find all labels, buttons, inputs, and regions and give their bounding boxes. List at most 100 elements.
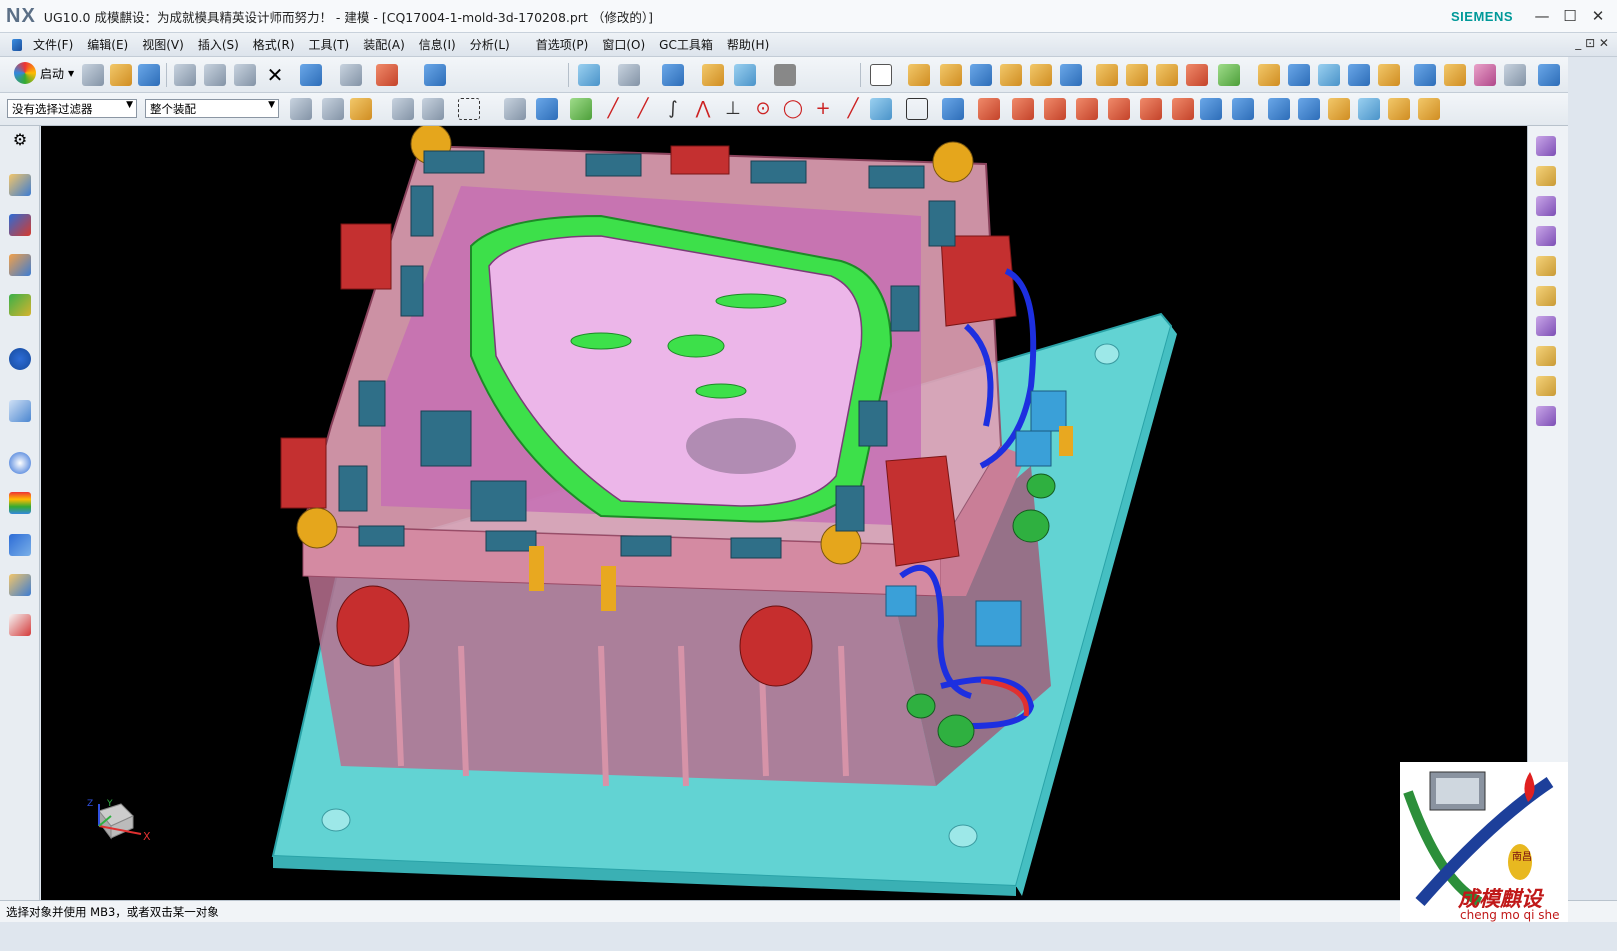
wcs-icon[interactable] (376, 64, 398, 86)
settings-gear-icon[interactable]: ⚙ (9, 130, 31, 152)
show-icon[interactable] (1298, 98, 1320, 120)
manufacturing-wizard-icon[interactable] (9, 574, 31, 596)
measure-distance-icon[interactable] (1358, 98, 1380, 120)
hd3d-tools-icon[interactable] (9, 348, 31, 370)
roles-icon[interactable] (9, 614, 31, 636)
hole-icon[interactable] (1000, 64, 1022, 86)
minimize-button[interactable]: — (1531, 6, 1553, 26)
save-wcs-icon[interactable] (1200, 98, 1222, 120)
menu-insert[interactable]: 插入(S) (191, 36, 246, 53)
table-icon[interactable] (942, 98, 964, 120)
paste-icon[interactable] (234, 64, 256, 86)
show-only-icon[interactable] (1328, 98, 1350, 120)
redo-icon[interactable] (340, 64, 362, 86)
feature-selection-icon[interactable] (422, 98, 444, 120)
split-body-icon[interactable] (1288, 64, 1310, 86)
point-on-curve-icon[interactable]: ╱ (842, 98, 864, 120)
process-studio-icon[interactable] (9, 534, 31, 556)
menu-preferences[interactable]: 首选项(P) (529, 36, 596, 53)
new-file-icon[interactable] (82, 64, 104, 86)
show-degrees-of-freedom-icon[interactable] (1536, 286, 1556, 306)
curve-icon[interactable]: ∫ (662, 98, 684, 120)
pad-icon[interactable] (1096, 64, 1118, 86)
menu-help[interactable]: 帮助(H) (720, 36, 776, 53)
component-icon[interactable] (536, 98, 558, 120)
menu-view[interactable]: 视图(V) (135, 36, 191, 53)
snap-point-icon[interactable] (570, 98, 592, 120)
quadrant-icon[interactable]: ◯ (782, 98, 804, 120)
trim-body-icon[interactable] (1258, 64, 1280, 86)
start-button[interactable]: 启动 ▼ (14, 62, 74, 84)
close-button[interactable]: ✕ (1587, 6, 1609, 26)
check-clearance-icon[interactable] (1536, 406, 1556, 426)
copy-icon[interactable] (204, 64, 226, 86)
wcs-dynamics-icon[interactable] (1044, 98, 1066, 120)
background-icon[interactable] (774, 64, 796, 86)
filter-settings-icon[interactable] (290, 98, 312, 120)
pattern-icon[interactable] (1126, 64, 1148, 86)
menu-window[interactable]: 窗口(O) (595, 36, 652, 53)
menu-file[interactable]: 文件(F) (26, 36, 80, 53)
solid-body-icon[interactable] (504, 98, 526, 120)
layer-icon[interactable] (702, 64, 724, 86)
endpoint-icon[interactable]: ╱ (602, 98, 624, 120)
csys-icon[interactable] (978, 98, 1000, 120)
mirror-assembly-icon[interactable] (1536, 196, 1556, 216)
midpoint-icon[interactable]: ╱ (632, 98, 654, 120)
menu-assembly[interactable]: 装配(A) (356, 36, 412, 53)
wcs-display-icon[interactable] (1172, 98, 1194, 120)
menu-format[interactable]: 格式(R) (246, 36, 302, 53)
menu-gc-toolbox[interactable]: GC工具箱 (652, 36, 720, 53)
menu-information[interactable]: 信息(I) (412, 36, 463, 53)
shell-icon[interactable] (1444, 64, 1466, 86)
view-section-icon[interactable] (734, 64, 756, 86)
snap-settings-icon[interactable] (392, 98, 414, 120)
menu-analysis[interactable]: 分析(L) (463, 36, 517, 53)
subtract-icon[interactable] (1218, 64, 1240, 86)
arc-center-icon[interactable]: ⊙ (752, 98, 774, 120)
control-point-icon[interactable]: ⋀ (692, 98, 714, 120)
intersection-icon[interactable]: ⊥ (722, 98, 744, 120)
exploded-view-icon[interactable] (1536, 316, 1556, 336)
open-folder-icon[interactable] (110, 64, 132, 86)
unite-icon[interactable] (1186, 64, 1208, 86)
delete-icon[interactable]: ✕ (264, 64, 286, 86)
cut-icon[interactable] (174, 64, 196, 86)
maximize-button[interactable]: ☐ (1559, 6, 1581, 26)
assembly-sequence-icon[interactable] (1536, 376, 1556, 396)
orient-view-icon[interactable] (662, 64, 684, 86)
wcs-rotate-icon[interactable] (1076, 98, 1098, 120)
extrude-icon[interactable] (908, 64, 930, 86)
selection-scope-select[interactable]: 整个装配 ▼ (145, 99, 279, 118)
system-materials-icon[interactable] (9, 492, 31, 514)
new-component-icon[interactable] (1536, 166, 1556, 186)
boss-icon[interactable] (1030, 64, 1052, 86)
document-window-controls[interactable]: _ ⊡ ✕ (1575, 36, 1609, 50)
chamfer-icon[interactable] (1414, 64, 1436, 86)
fit-view-icon[interactable] (578, 64, 600, 86)
wave-geometry-linker-icon[interactable] (1536, 346, 1556, 366)
synchronous-icon[interactable] (1538, 64, 1560, 86)
block-icon[interactable] (970, 64, 992, 86)
grid-icon[interactable] (906, 98, 928, 120)
render-style-icon[interactable] (618, 64, 640, 86)
add-component-icon[interactable] (1536, 136, 1556, 156)
pocket-icon[interactable] (1060, 64, 1082, 86)
wcs-origin-icon[interactable] (1012, 98, 1034, 120)
assembly-navigator-icon[interactable] (9, 174, 31, 196)
absolute-csys-icon[interactable] (1140, 98, 1162, 120)
undo-icon[interactable] (300, 64, 322, 86)
hide-icon[interactable] (1268, 98, 1290, 120)
reuse-library-icon[interactable] (9, 294, 31, 316)
save-icon[interactable] (138, 64, 160, 86)
type-filter-select[interactable]: 没有选择过滤器 ▼ (7, 99, 137, 118)
assembly-constraints-icon[interactable] (1536, 256, 1556, 276)
offset-face-icon[interactable] (1318, 64, 1340, 86)
rectangle-select-icon[interactable] (458, 98, 480, 120)
thicken-icon[interactable] (1474, 64, 1496, 86)
sketch-icon[interactable] (870, 64, 892, 86)
wcs-orient-icon[interactable] (1108, 98, 1130, 120)
menu-tools[interactable]: 工具(T) (302, 36, 357, 53)
information-icon[interactable] (424, 64, 446, 86)
revolve-icon[interactable] (940, 64, 962, 86)
